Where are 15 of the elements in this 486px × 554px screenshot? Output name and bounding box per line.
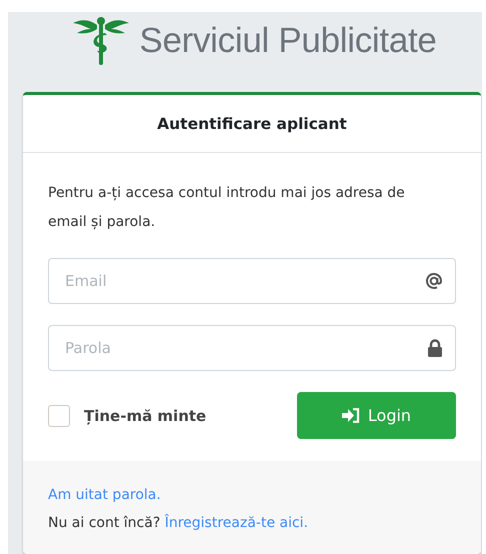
caduceus-icon [73, 15, 130, 67]
sign-in-icon [342, 408, 360, 423]
password-field[interactable]: Parola [48, 325, 456, 371]
remember-checkbox[interactable] [48, 404, 70, 426]
lock-icon [427, 339, 443, 357]
signup-link[interactable]: Înregistrează-te aici. [164, 515, 308, 531]
login-button[interactable]: Login [297, 392, 456, 439]
signup-text: Nu ai cont încă? Înregistrează-te aici. [48, 513, 310, 533]
app-title: Serviciul Publicitate [139, 21, 437, 61]
at-sign-icon [425, 272, 443, 290]
forgot-password-link[interactable]: Am uitat parola. [48, 487, 161, 503]
intro-text: Pentru a-ți accesa contul introdu mai jos adresa de email și parola. [48, 184, 406, 232]
remember-label: Ține-mă minte [84, 406, 206, 424]
email-field[interactable]: Email [48, 258, 456, 304]
card-title: Autentificare aplicant [157, 114, 347, 132]
